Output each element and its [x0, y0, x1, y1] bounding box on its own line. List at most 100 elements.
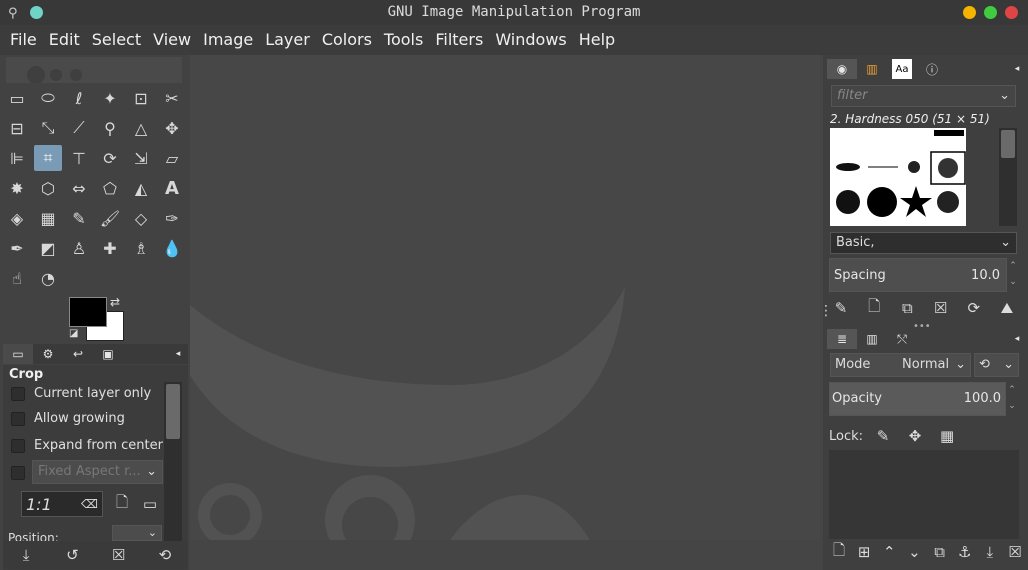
- scale-icon[interactable]: ⇲: [127, 145, 155, 171]
- scissors-icon[interactable]: ✂: [158, 85, 186, 111]
- shear-icon[interactable]: ▱: [158, 145, 186, 171]
- move-icon[interactable]: ✥: [158, 115, 186, 141]
- spacing-stepper[interactable]: ⌃ ⌄: [1007, 258, 1019, 292]
- warp-icon[interactable]: ✸: [3, 175, 31, 201]
- dock-handle-icon[interactable]: ⋮: [819, 303, 833, 319]
- new-layer-icon[interactable]: 🗋: [829, 541, 849, 562]
- foreground-select-icon[interactable]: ⊟: [3, 115, 31, 141]
- perspective-icon[interactable]: ⬡: [34, 175, 62, 201]
- paths-icon[interactable]: ⤡: [34, 115, 62, 141]
- clear-icon[interactable]: ⌫: [81, 497, 98, 511]
- tab-undo-history[interactable]: ↩: [63, 344, 93, 364]
- merge-layer-icon[interactable]: ⤓: [980, 542, 1000, 562]
- color-picker-icon[interactable]: ⟋: [65, 115, 93, 141]
- warp-transform-icon[interactable]: ◭: [127, 175, 155, 201]
- new-layer-group-icon[interactable]: ⊞: [854, 542, 874, 562]
- composite-mode-dropdown[interactable]: ⟲ ⌄: [974, 353, 1019, 377]
- allow-growing-checkbox[interactable]: [11, 411, 25, 426]
- options-scrollbar[interactable]: [164, 382, 182, 542]
- delete-options-icon[interactable]: ☒: [107, 545, 131, 565]
- lock-pixels-icon[interactable]: ✎: [871, 426, 895, 446]
- rect-select-icon[interactable]: ▭: [3, 85, 31, 111]
- rotate-icon[interactable]: ⟳: [96, 145, 124, 171]
- lock-position-icon[interactable]: ✥: [903, 426, 927, 446]
- menu-windows[interactable]: Windows: [489, 25, 572, 55]
- restore-options-icon[interactable]: ↺: [60, 545, 84, 565]
- lasso-icon[interactable]: ℓ: [65, 85, 93, 111]
- foreground-color-swatch[interactable]: [69, 297, 107, 327]
- menu-edit[interactable]: Edit: [43, 25, 86, 55]
- ellipse-select-icon[interactable]: ⬭: [34, 85, 62, 111]
- pencil-icon[interactable]: ✎: [65, 205, 93, 231]
- measure-icon[interactable]: △: [127, 115, 155, 141]
- bucket-fill-icon[interactable]: ◈: [3, 205, 31, 231]
- landscape-icon[interactable]: ▭: [138, 494, 162, 514]
- cage-icon[interactable]: ⬠: [96, 175, 124, 201]
- tab-device-status[interactable]: ⚙: [33, 344, 63, 364]
- delete-brush-icon[interactable]: ☒: [929, 298, 953, 318]
- crop-icon[interactable]: ⌗: [34, 145, 62, 171]
- close-button[interactable]: [1005, 6, 1018, 19]
- chevron-down-icon[interactable]: ⌄: [999, 88, 1010, 104]
- tab-channels[interactable]: ▥: [857, 329, 887, 349]
- unified-transform-icon[interactable]: ⊤: [65, 145, 93, 171]
- menu-tools[interactable]: Tools: [378, 25, 429, 55]
- fixed-aspect-checkbox[interactable]: [11, 466, 25, 480]
- lower-layer-icon[interactable]: ⌄: [904, 542, 924, 562]
- opacity-slider[interactable]: Opacity 100.0: [829, 382, 1006, 416]
- tab-fonts[interactable]: Aa: [892, 59, 912, 79]
- mypaint-icon[interactable]: ◩: [34, 235, 62, 261]
- swap-colors-icon[interactable]: ⇄: [110, 295, 120, 309]
- tab-help[interactable]: ⓘ: [917, 59, 947, 79]
- current-layer-only-checkbox[interactable]: [11, 386, 25, 401]
- open-brush-as-image-icon[interactable]: ⛰: [995, 298, 1019, 318]
- menu-help[interactable]: Help: [573, 25, 621, 55]
- perspective-clone-icon[interactable]: ♗: [127, 235, 155, 261]
- tab-tool-options[interactable]: ▭: [3, 344, 33, 364]
- tab-images[interactable]: ▣: [93, 344, 123, 364]
- position-unit-dropdown[interactable]: ⌄: [112, 525, 162, 541]
- ink-icon[interactable]: ✒: [3, 235, 31, 261]
- new-brush-icon[interactable]: 🗋: [862, 297, 886, 318]
- tab-brushes[interactable]: ◉: [827, 59, 857, 79]
- fuzzy-select-icon[interactable]: ✦: [96, 85, 124, 111]
- color-select-icon[interactable]: ⊡: [127, 85, 155, 111]
- airbrush-icon[interactable]: ✑: [158, 205, 186, 231]
- paintbrush-icon[interactable]: 🖌: [96, 205, 124, 231]
- fixed-aspect-dropdown[interactable]: Fixed Aspect r... ⌄: [32, 460, 163, 484]
- spacing-slider[interactable]: Spacing 10.0: [829, 258, 1007, 292]
- expand-from-center-checkbox[interactable]: [11, 438, 25, 453]
- blur-icon[interactable]: 💧: [158, 235, 186, 261]
- refresh-brushes-icon[interactable]: ⟳: [962, 298, 986, 318]
- brush-grid[interactable]: [830, 128, 966, 226]
- raise-layer-icon[interactable]: ⌃: [879, 542, 899, 562]
- clone-icon[interactable]: ♙: [65, 235, 93, 261]
- menu-filters[interactable]: Filters: [429, 25, 489, 55]
- layers-list[interactable]: [829, 450, 1019, 539]
- delete-layer-icon[interactable]: ☒: [1005, 542, 1025, 562]
- eraser-icon[interactable]: ◇: [127, 205, 155, 231]
- lock-alpha-icon[interactable]: ▦: [935, 426, 959, 446]
- menu-view[interactable]: View: [147, 25, 197, 55]
- aspect-value-field[interactable]: 1:1 ⌫: [21, 491, 103, 517]
- brush-grid-scrollbar[interactable]: [999, 128, 1017, 226]
- duplicate-layer-icon[interactable]: ⧉: [930, 542, 950, 562]
- opacity-stepper[interactable]: ⌃ ⌄: [1006, 382, 1018, 416]
- duplicate-brush-icon[interactable]: ⧉: [895, 298, 919, 318]
- image-canvas[interactable]: [190, 55, 820, 540]
- menu-select[interactable]: Select: [86, 25, 147, 55]
- blend-icon[interactable]: ▦: [34, 205, 62, 231]
- flip-icon[interactable]: ⇔: [65, 175, 93, 201]
- menu-file[interactable]: File: [4, 25, 43, 55]
- brush-filter-input[interactable]: filter ⌄: [831, 85, 1016, 107]
- tab-menu-icon[interactable]: ◂: [168, 344, 188, 364]
- tab-menu-icon[interactable]: ◂: [1007, 329, 1027, 349]
- menu-image[interactable]: Image: [197, 25, 259, 55]
- text-icon[interactable]: A: [158, 175, 186, 201]
- menu-layer[interactable]: Layer: [259, 25, 316, 55]
- tab-patterns[interactable]: ▥: [857, 59, 887, 79]
- maximize-button[interactable]: [984, 6, 997, 19]
- smudge-icon[interactable]: ☝: [3, 265, 31, 291]
- layer-mode-dropdown[interactable]: Mode Normal ⌄: [830, 353, 971, 377]
- dodge-burn-icon[interactable]: ◔: [34, 265, 62, 291]
